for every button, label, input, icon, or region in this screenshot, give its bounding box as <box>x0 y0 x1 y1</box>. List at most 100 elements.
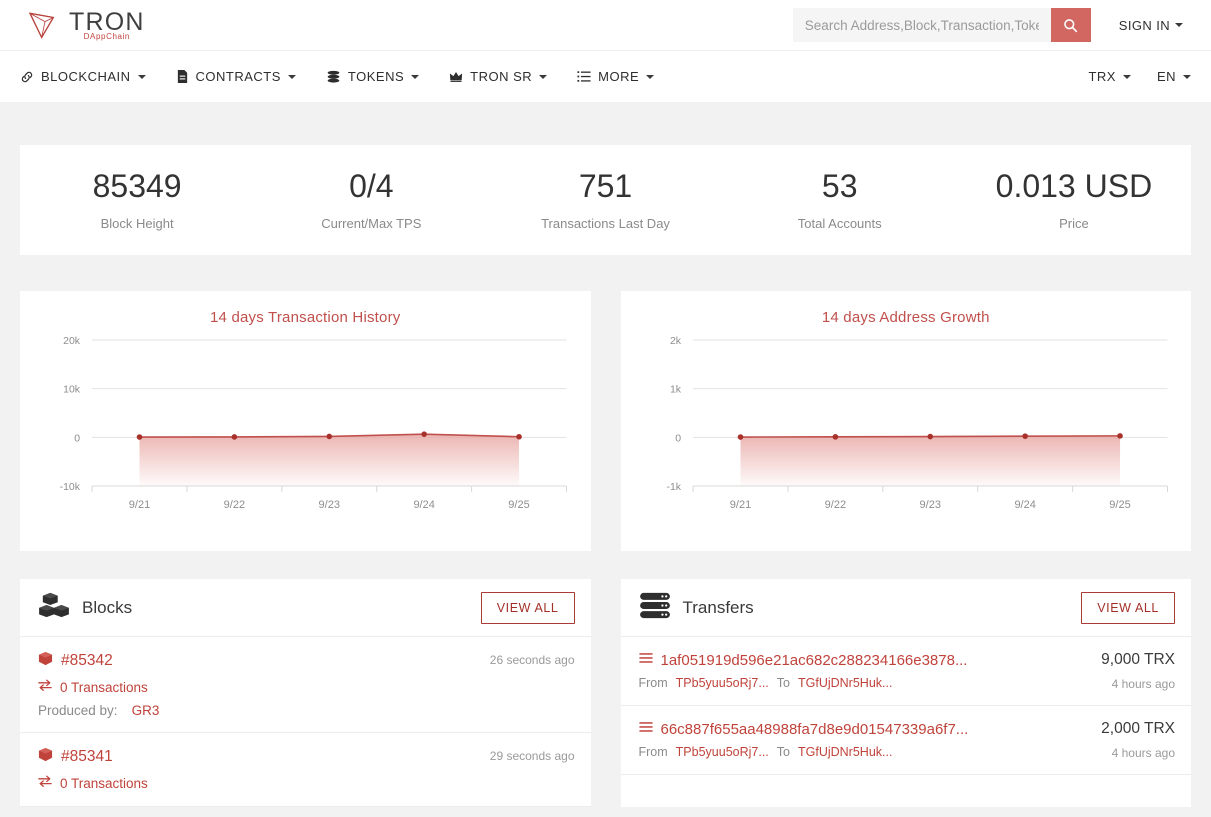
sign-in-button[interactable]: SIGN IN <box>1119 18 1183 33</box>
svg-text:1k: 1k <box>669 384 681 396</box>
nav-label: BLOCKCHAIN <box>41 69 131 84</box>
transfer-hash-link[interactable]: 66c887f655aa48988fa7d8e9d01547339a6f7... <box>661 721 969 738</box>
block-row[interactable]: #85341 0 Transactions 29 seconds ago <box>20 733 591 807</box>
search-input[interactable] <box>792 8 1051 42</box>
svg-text:-1k: -1k <box>666 481 681 493</box>
to-label: To <box>776 745 790 759</box>
nav-item-tron-sr[interactable]: TRON SR <box>449 69 548 84</box>
block-transactions-link[interactable]: 0 Transactions <box>60 776 148 791</box>
stat-block-height: 85349 Block Height <box>20 169 254 231</box>
lists-row: Blocks VIEW ALL #85342 0 Transactions Pr… <box>20 579 1191 807</box>
block-row[interactable]: #85342 0 Transactions Produced by: GR3 2… <box>20 637 591 733</box>
stat-label: Current/Max TPS <box>321 215 422 231</box>
sign-in-label: SIGN IN <box>1118 17 1170 33</box>
nav-label: TRON SR <box>470 69 533 84</box>
coins-icon <box>326 70 341 84</box>
svg-text:9/25: 9/25 <box>508 499 529 511</box>
stats-summary-bar: 85349 Block Height 0/4 Current/Max TPS 7… <box>20 145 1191 255</box>
language-selector[interactable]: EN <box>1157 69 1191 84</box>
block-row-main: #85342 0 Transactions Produced by: GR3 <box>38 651 480 718</box>
transfers-panel-title: Transfers <box>682 597 754 617</box>
block-id-link[interactable]: #85342 <box>61 652 113 670</box>
block-id-line: #85341 <box>38 747 480 767</box>
transfer-fromto-line: From TPb5yuu5oRj7... To TGfUjDNr5Huk... <box>639 745 1092 759</box>
svg-text:0: 0 <box>74 432 80 444</box>
search-box <box>792 8 1091 42</box>
stat-transactions-last-day: 751 Transactions Last Day <box>488 168 722 231</box>
block-row-main: #85341 0 Transactions <box>38 747 480 792</box>
svg-text:9/25: 9/25 <box>1109 499 1130 511</box>
to-address-link[interactable]: TGfUjDNr5Huk... <box>798 745 892 759</box>
stat-value: 751 <box>578 168 633 205</box>
hamburger-icon <box>638 720 653 738</box>
svg-text:9/21: 9/21 <box>129 499 150 511</box>
currency-selector[interactable]: TRX <box>1088 69 1131 84</box>
svg-text:2k: 2k <box>669 335 681 347</box>
producer-link[interactable]: GR3 <box>132 703 160 718</box>
nav-item-tokens[interactable]: TOKENS <box>326 69 420 84</box>
transfer-row[interactable]: 66c887f655aa48988fa7d8e9d01547339a6f7...… <box>620 706 1191 775</box>
block-id-line: #85342 <box>38 651 480 671</box>
produced-by-label: Produced by: <box>38 703 118 718</box>
svg-text:9/22: 9/22 <box>224 499 245 511</box>
from-label: From <box>638 745 668 759</box>
from-address-link[interactable]: TPb5yuu5oRj7... <box>676 745 769 759</box>
transaction-history-chart: 14 days Transaction History 20k 10k 0 -10k 9… <box>20 291 591 551</box>
chart-canvas: 2k 1k 0 -1k 9/21 9/22 9/23 9/24 9/25 <box>666 335 1168 511</box>
exchange-icon <box>38 774 52 792</box>
box-icon <box>38 747 53 767</box>
chevron-down-icon <box>137 74 146 79</box>
box-icon <box>38 651 53 671</box>
nav-item-more[interactable]: MORE <box>577 69 655 84</box>
stat-label: Total Accounts <box>797 215 882 231</box>
svg-text:-10k: -10k <box>60 481 81 493</box>
nav-item-blockchain[interactable]: BLOCKCHAIN <box>20 69 146 84</box>
logo-wordmark: TRON <box>69 7 145 36</box>
transfer-row-main: 1af051919d596e21ac682c288234166e3878... … <box>639 651 1092 691</box>
block-timestamp: 29 seconds ago <box>489 749 575 763</box>
server-icon <box>639 592 671 624</box>
transfers-view-all-button[interactable]: VIEW ALL <box>1081 591 1175 624</box>
block-id-link[interactable]: #85341 <box>61 748 113 766</box>
block-row-side: 26 seconds ago <box>480 651 575 718</box>
transfer-timestamp: 4 hours ago <box>1111 677 1175 691</box>
stat-label: Block Height <box>100 215 174 231</box>
search-button[interactable] <box>1050 8 1091 42</box>
crown-icon <box>449 70 463 83</box>
main-navigation: BLOCKCHAIN CONTRACTS TOKENS TRON SR MORE… <box>0 50 1211 102</box>
logo[interactable]: TRON DAppChain <box>28 7 145 41</box>
cubes-icon <box>38 592 70 624</box>
from-address-link[interactable]: TPb5yuu5oRj7... <box>676 676 769 690</box>
transfer-hash-line: 1af051919d596e21ac682c288234166e3878... <box>638 651 1092 669</box>
transfer-amount: 9,000 TRX <box>1101 651 1175 668</box>
stat-label: Price <box>1059 215 1089 231</box>
transfer-hash-link[interactable]: 1af051919d596e21ac682c288234166e3878... <box>661 652 968 669</box>
address-growth-chart: 14 days Address Growth 2k 1k 0 -1k 9/21 9/22 9… <box>620 291 1191 551</box>
svg-text:20k: 20k <box>63 335 81 347</box>
chart-canvas: 20k 10k 0 -10k 9/21 9/22 9/23 9/24 9/25 <box>60 335 567 511</box>
nav-label: TOKENS <box>347 69 405 84</box>
nav-label: CONTRACTS <box>195 69 281 84</box>
blocks-view-all-button[interactable]: VIEW ALL <box>480 591 575 624</box>
blocks-panel-title: Blocks <box>82 597 133 617</box>
nav-item-contracts[interactable]: CONTRACTS <box>176 69 296 84</box>
chevron-down-icon <box>1183 74 1191 79</box>
transfer-row-side: 2,000 TRX 4 hours ago <box>1091 720 1175 760</box>
svg-text:0: 0 <box>675 432 681 444</box>
stat-label: Transactions Last Day <box>541 215 670 231</box>
block-transactions-link[interactable]: 0 Transactions <box>60 680 148 695</box>
svg-text:9/23: 9/23 <box>319 499 340 511</box>
transfer-row[interactable]: 1af051919d596e21ac682c288234166e3878... … <box>620 637 1191 706</box>
nav-left-group: BLOCKCHAIN CONTRACTS TOKENS TRON SR MORE <box>20 69 684 84</box>
transfers-panel: Transfers VIEW ALL 1af051919d596e21ac682… <box>620 579 1191 807</box>
to-address-link[interactable]: TGfUjDNr5Huk... <box>798 676 892 690</box>
search-icon <box>1064 18 1078 32</box>
stat-price: 0.013 USD Price <box>957 169 1191 231</box>
svg-text:9/24: 9/24 <box>1014 499 1035 511</box>
stat-value: 53 <box>821 168 858 205</box>
block-timestamp: 26 seconds ago <box>489 653 575 667</box>
nav-right-group: TRX EN <box>1062 69 1191 84</box>
svg-text:9/22: 9/22 <box>824 499 845 511</box>
transfer-row-main: 66c887f655aa48988fa7d8e9d01547339a6f7...… <box>639 720 1092 760</box>
transfer-fromto-line: From TPb5yuu5oRj7... To TGfUjDNr5Huk... <box>639 676 1092 690</box>
